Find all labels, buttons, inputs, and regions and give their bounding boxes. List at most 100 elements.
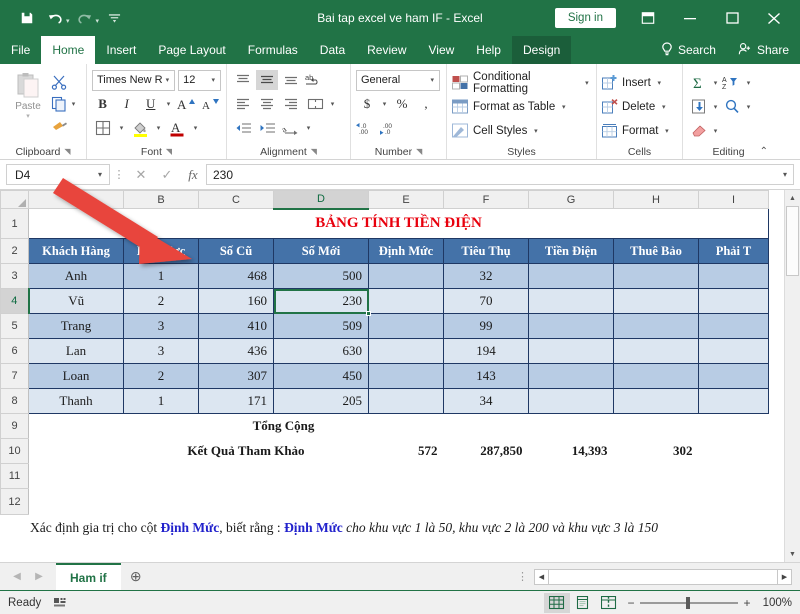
column-header-g[interactable]: G (529, 191, 614, 209)
accounting-dropdown-icon[interactable]: ▾ (380, 100, 389, 108)
cell-styles-button[interactable]: Cell Styles ▾ (452, 119, 591, 142)
cell-h7[interactable] (614, 364, 699, 389)
vertical-scrollbar[interactable]: ▲ ▼ (784, 190, 800, 562)
increase-decimal-button[interactable]: .0.00 (356, 118, 378, 139)
underline-button[interactable]: U (140, 94, 161, 115)
delete-dropdown-icon[interactable]: ▾ (659, 103, 668, 111)
column-header-e[interactable]: E (369, 191, 444, 209)
spreadsheet-grid[interactable]: A B C D E F G H I 1 BẢNG TÍNH TIỀN ĐIỆN … (0, 190, 800, 562)
cell-h10[interactable]: 14,393 (529, 439, 614, 464)
cell-c3[interactable]: 468 (199, 264, 274, 289)
row-header-10[interactable]: 10 (1, 439, 29, 464)
align-bottom-button[interactable] (280, 70, 302, 90)
font-size-dropdown-icon[interactable]: ▾ (208, 76, 218, 84)
cell-d6[interactable]: 630 (274, 339, 369, 364)
vertical-scroll-track[interactable] (785, 206, 800, 546)
share-button[interactable]: Share (727, 36, 800, 64)
cell-g5[interactable] (529, 314, 614, 339)
cell-d3[interactable]: 500 (274, 264, 369, 289)
format-dropdown-icon[interactable]: ▾ (662, 127, 671, 135)
column-header-b[interactable]: B (124, 191, 199, 209)
row-header-5[interactable]: 5 (1, 314, 29, 339)
cell-e4[interactable] (369, 289, 444, 314)
cell-i3[interactable] (699, 264, 769, 289)
row-header-3[interactable]: 3 (1, 264, 29, 289)
sort-filter-dropdown-icon[interactable]: ▾ (744, 79, 753, 87)
cell-f3[interactable]: 32 (444, 264, 529, 289)
format-as-table-dropdown-icon[interactable]: ▾ (559, 103, 568, 111)
cell-h8[interactable] (614, 389, 699, 414)
column-header-f[interactable]: F (444, 191, 529, 209)
sheet-tab-ham-if[interactable]: Ham if (56, 563, 121, 590)
autosum-button[interactable]: Σ (688, 72, 710, 93)
row-header-9[interactable]: 9 (1, 414, 29, 439)
close-icon[interactable] (754, 3, 794, 33)
horizontal-scroll-track[interactable] (549, 570, 777, 584)
font-dialog-launcher-icon[interactable]: ◥ (166, 147, 172, 156)
zoom-thumb[interactable] (686, 597, 690, 609)
zoom-level-label[interactable]: 100% (756, 597, 792, 609)
cell-b8[interactable]: 1 (124, 389, 199, 414)
cell-b7[interactable]: 2 (124, 364, 199, 389)
scroll-up-icon[interactable]: ▲ (785, 190, 800, 206)
cell-f6[interactable]: 194 (444, 339, 529, 364)
reference-label-cell[interactable]: Kết Quả Tham Khảo (124, 439, 369, 464)
cell-e3[interactable] (369, 264, 444, 289)
cell-f5[interactable]: 99 (444, 314, 529, 339)
cell-a12[interactable] (29, 489, 769, 515)
borders-button[interactable] (92, 118, 114, 139)
conditional-formatting-button[interactable]: Conditional Formatting ▾ (452, 71, 591, 94)
font-name-input[interactable]: Times New R ▾ (92, 70, 175, 91)
undo-icon[interactable] (42, 5, 68, 31)
horizontal-scrollbar[interactable]: ◀ ▶ (534, 569, 792, 585)
merge-dropdown-icon[interactable]: ▾ (328, 100, 337, 108)
number-format-select[interactable]: General ▾ (356, 70, 440, 91)
increase-font-size-button[interactable]: A (176, 94, 197, 115)
cell-a5[interactable]: Trang (29, 314, 124, 339)
cell-f9[interactable] (444, 414, 529, 439)
tab-review[interactable]: Review (356, 36, 417, 64)
format-as-table-button[interactable]: Format as Table ▾ (452, 95, 591, 118)
paste-button[interactable]: Paste ▾ (5, 69, 51, 144)
column-header-i[interactable]: I (699, 191, 769, 209)
tab-insert[interactable]: Insert (95, 36, 147, 64)
fill-dropdown-icon[interactable]: ▾ (711, 103, 720, 111)
cell-b5[interactable]: 3 (124, 314, 199, 339)
column-header-c[interactable]: C (199, 191, 274, 209)
total-label-cell[interactable]: Tổng Cộng (199, 414, 369, 439)
next-sheet-icon[interactable]: ▶ (28, 571, 50, 582)
previous-sheet-icon[interactable]: ◀ (6, 571, 28, 582)
table-header-tien-dien[interactable]: Tiền Điện (529, 239, 614, 264)
clear-button[interactable] (688, 120, 710, 141)
cell-i9[interactable] (699, 414, 769, 439)
page-break-view-button[interactable] (596, 593, 622, 613)
ribbon-display-options-icon[interactable] (628, 3, 668, 33)
tab-home[interactable]: Home (41, 36, 95, 64)
cell-e8[interactable] (369, 389, 444, 414)
align-right-button[interactable] (280, 94, 302, 114)
table-header-khach-hang[interactable]: Khách Hàng (29, 239, 124, 264)
orientation-dropdown-icon[interactable]: ▾ (304, 124, 313, 132)
cell-g8[interactable] (529, 389, 614, 414)
align-middle-button[interactable] (256, 70, 278, 90)
save-icon[interactable] (14, 5, 40, 31)
name-box-dropdown-icon[interactable]: ▾ (98, 170, 106, 179)
add-sheet-icon[interactable]: ⊕ (121, 568, 151, 585)
format-cells-button[interactable]: Format ▾ (602, 119, 671, 142)
cell-i4[interactable] (699, 289, 769, 314)
cell-d8[interactable]: 205 (274, 389, 369, 414)
cell-a11[interactable] (29, 464, 769, 489)
enter-formula-icon[interactable]: ✓ (154, 167, 180, 183)
font-color-dropdown-icon[interactable]: ▾ (191, 124, 200, 132)
cell-a10[interactable] (29, 439, 124, 464)
cell-d5[interactable]: 509 (274, 314, 369, 339)
formula-input[interactable]: 230 ▾ (206, 164, 794, 185)
cell-i8[interactable] (699, 389, 769, 414)
name-box[interactable]: D4 ▾ (6, 164, 110, 185)
cell-e6[interactable] (369, 339, 444, 364)
cell-d7[interactable]: 450 (274, 364, 369, 389)
decrease-indent-button[interactable] (232, 118, 254, 138)
cell-g7[interactable] (529, 364, 614, 389)
cell-e5[interactable] (369, 314, 444, 339)
italic-button[interactable]: I (116, 94, 137, 115)
